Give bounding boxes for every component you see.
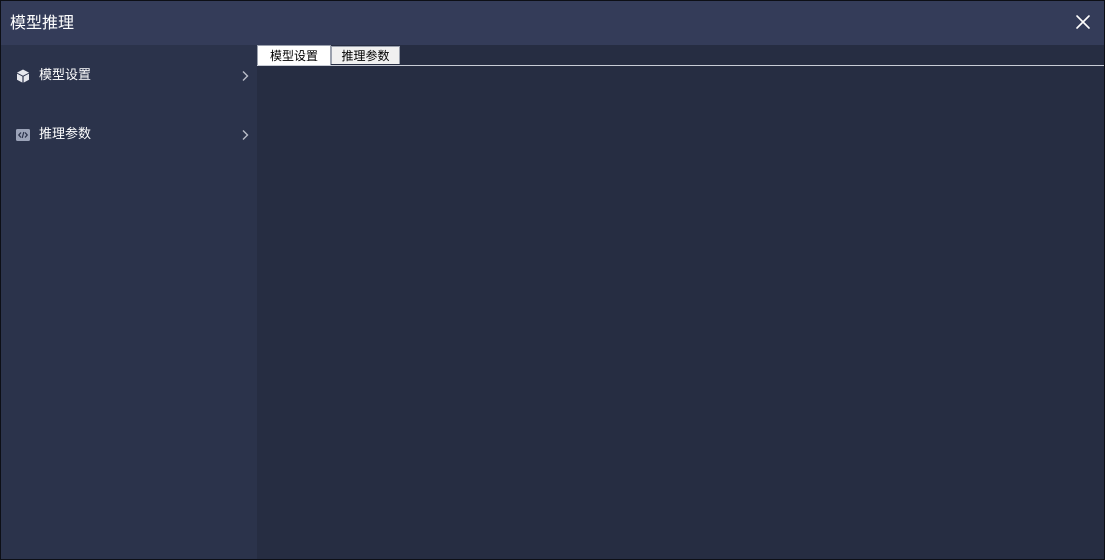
chevron-right-icon (242, 130, 249, 140)
close-icon (1076, 15, 1090, 29)
sidebar-item-label: 模型设置 (39, 68, 92, 83)
sidebar-item-model-settings[interactable]: 模型设置 (1, 61, 257, 91)
sidebar-item-inference-params[interactable]: 推理参数 (1, 120, 257, 150)
content-area: 模型设置 推理参数 (257, 45, 1104, 559)
model-inference-window: 模型推理 模型设置 推理参数 模型设置 推理参数 (0, 0, 1105, 560)
tab-inference-params[interactable]: 推理参数 (331, 46, 400, 64)
close-button[interactable] (1074, 13, 1092, 31)
cube-icon (17, 69, 29, 83)
sidebar-item-label: 推理参数 (39, 127, 92, 142)
code-icon (16, 129, 30, 141)
sidebar: 模型设置 推理参数 (1, 45, 257, 559)
tab-bar: 模型设置 推理参数 (257, 45, 1104, 66)
chevron-right-icon (242, 71, 249, 81)
window-title: 模型推理 (10, 13, 75, 32)
tab-model-settings[interactable]: 模型设置 (257, 45, 331, 65)
title-bar: 模型推理 (1, 1, 1104, 45)
tab-panel (257, 66, 1104, 559)
